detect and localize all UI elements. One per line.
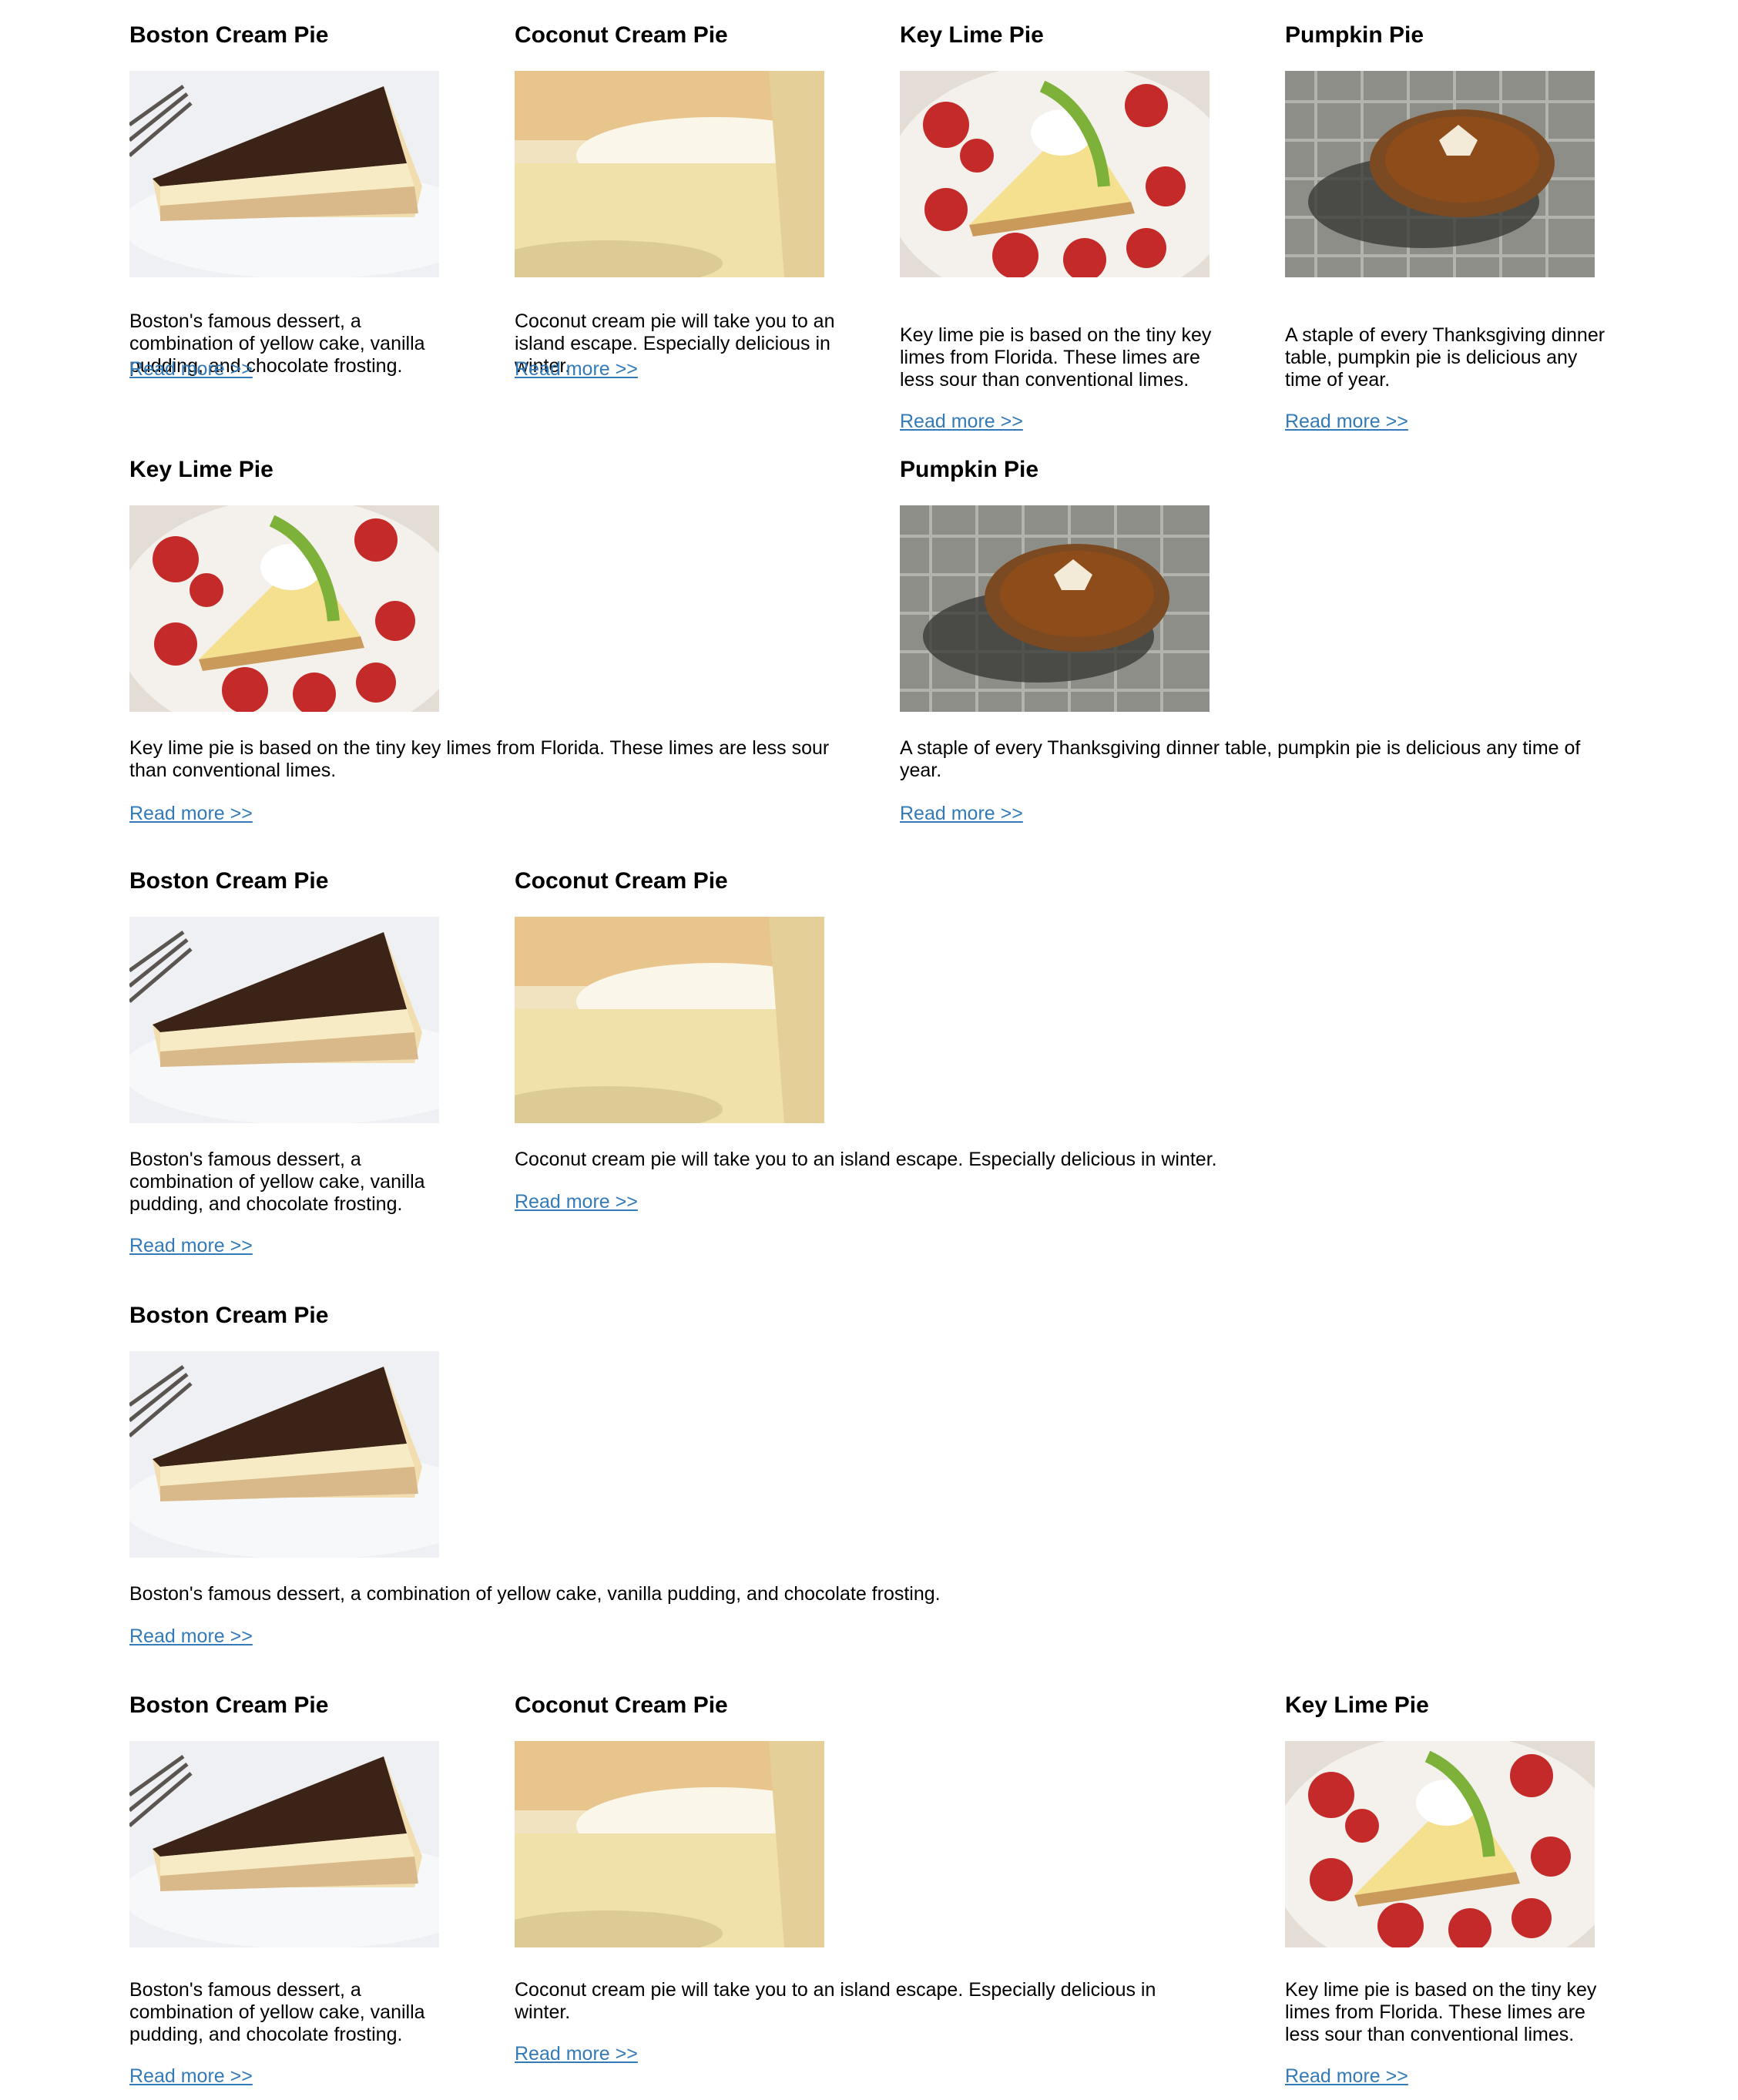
card-title: Key Lime Pie (129, 457, 273, 482)
pie-card-coconut: Coconut Cream Pie Coconut cream pie will… (515, 867, 1217, 1213)
boston-cream-pie-image (129, 917, 439, 1123)
coconut-cream-pie-image (515, 1741, 824, 1947)
card-description: Boston's famous dessert, a combination o… (129, 1149, 425, 1215)
card-title: Coconut Cream Pie (515, 868, 728, 894)
pie-card-coconut: Coconut Cream Pie Coconut cream pie will… (515, 1692, 1156, 2065)
read-more-link[interactable]: Read more >> (515, 1191, 638, 1213)
coconut-cream-pie-image (515, 71, 824, 277)
read-more-link[interactable]: Read more >> (515, 2043, 638, 2065)
read-more-link[interactable]: Read more >> (129, 1235, 253, 1257)
read-more-link[interactable]: Read more >> (1285, 411, 1408, 433)
card-description: A staple of every Thanksgiving dinner ta… (900, 737, 1581, 781)
pie-card-keylime: Key Lime Pie Key lime pie is based on th… (900, 22, 1211, 432)
read-more-link[interactable]: Read more >> (129, 803, 253, 825)
pumpkin-pie-image (1285, 71, 1595, 277)
card-description: Key lime pie is based on the tiny key li… (1285, 1979, 1597, 2045)
card-description: Key lime pie is based on the tiny key li… (129, 737, 830, 781)
card-title: Boston Cream Pie (129, 22, 329, 48)
card-title: Boston Cream Pie (129, 1303, 329, 1328)
pie-card-boston: Boston Cream Pie Boston's famous dessert… (129, 867, 329, 1256)
pie-card-boston: Boston Cream Pie Boston's famous dessert… (129, 22, 329, 380)
pumpkin-pie-image (900, 505, 1210, 712)
coconut-cream-pie-image (515, 917, 824, 1123)
card-description: A staple of every Thanksgiving dinner ta… (1285, 324, 1605, 391)
pie-card-pumpkin: Pumpkin Pie A staple of every Thanksgivi… (1285, 22, 1605, 432)
card-title: Pumpkin Pie (1285, 22, 1424, 48)
card-title: Coconut Cream Pie (515, 1692, 728, 1718)
read-more-link[interactable]: Read more >> (515, 358, 638, 381)
read-more-link[interactable]: Read more >> (129, 2065, 253, 2088)
boston-cream-pie-image (129, 1351, 439, 1558)
card-title: Pumpkin Pie (900, 457, 1039, 482)
key-lime-pie-image (900, 71, 1210, 277)
read-more-link[interactable]: Read more >> (900, 411, 1023, 433)
card-title: Coconut Cream Pie (515, 22, 728, 48)
card-description: Coconut cream pie will take you to an is… (515, 1979, 1156, 2023)
pie-card-keylime: Key Lime Pie Key lime pie is based on th… (129, 456, 829, 824)
read-more-link[interactable]: Read more >> (900, 803, 1023, 825)
card-title: Boston Cream Pie (129, 1692, 329, 1718)
read-more-link[interactable]: Read more >> (1285, 2065, 1408, 2088)
card-description: Boston's famous dessert, a combination o… (129, 1979, 425, 2045)
pie-card-coconut: Coconut Cream Pie Coconut cream pie will… (515, 22, 835, 380)
pie-card-boston: Boston Cream Pie Boston's famous dessert… (129, 1302, 941, 1647)
card-description: Coconut cream pie will take you to an is… (515, 1149, 1217, 1170)
card-description: Key lime pie is based on the tiny key li… (900, 324, 1212, 391)
boston-cream-pie-image (129, 71, 439, 277)
card-title: Key Lime Pie (1285, 1692, 1429, 1718)
read-more-link[interactable]: Read more >> (129, 358, 253, 381)
read-more-link[interactable]: Read more >> (129, 1625, 253, 1648)
pie-card-boston: Boston Cream Pie Boston's famous dessert… (129, 1692, 329, 2087)
pie-card-pumpkin: Pumpkin Pie A staple of every Thanksgivi… (900, 456, 1580, 824)
key-lime-pie-image (1285, 1741, 1595, 1947)
boston-cream-pie-image (129, 1741, 439, 1947)
pie-card-keylime: Key Lime Pie Key lime pie is based on th… (1285, 1692, 1596, 2087)
card-description: Boston's famous dessert, a combination o… (129, 1583, 941, 1605)
key-lime-pie-image (129, 505, 439, 712)
card-title: Boston Cream Pie (129, 868, 329, 894)
card-title: Key Lime Pie (900, 22, 1044, 48)
